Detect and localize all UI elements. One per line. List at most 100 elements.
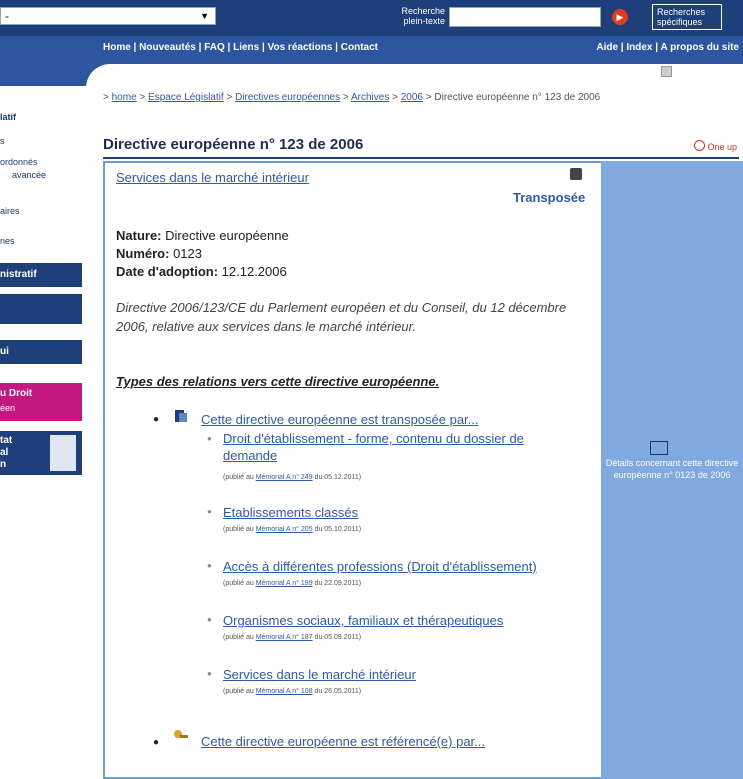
details-link[interactable]: Détails concernant cette directive europ…	[601, 457, 743, 481]
subject-link[interactable]: Services dans le marché intérieur	[116, 170, 309, 185]
title-divider	[103, 157, 739, 159]
sidebar-item[interactable]: nistratif	[0, 263, 82, 287]
pub-prefix: (publié au	[223, 688, 254, 695]
search-go-icon[interactable]: ▶	[612, 9, 628, 25]
referenced-by-link[interactable]: Cette directive européenne est référencé…	[201, 734, 485, 749]
numero-value: 0123	[173, 246, 202, 261]
bullet-icon: ●	[207, 507, 212, 516]
pub-prefix: (publié au	[223, 526, 254, 533]
print-link[interactable]: Imprimer	[617, 68, 656, 79]
bullet-icon: ●	[153, 414, 160, 425]
publication-info: (publié au Mémorial A n° 205 du 05.10.20…	[223, 526, 361, 533]
breadcrumb-link[interactable]: 2006	[401, 92, 423, 103]
nature-value: Directive européenne	[165, 228, 289, 243]
utility-nav-links[interactable]: Aide | Index | A propos du site	[596, 36, 739, 60]
sidebar-item[interactable]: aires	[0, 206, 20, 216]
details-icon[interactable]	[650, 441, 668, 455]
pub-prefix: (publié au	[223, 474, 254, 481]
sidebar-item[interactable]: avancée	[12, 170, 46, 180]
breadcrumb-prefix: >	[103, 92, 109, 103]
bullet-icon: ●	[207, 669, 212, 678]
memorial-link[interactable]: Mémorial A n° 199	[256, 580, 313, 587]
section-select[interactable]: - ▼	[0, 7, 216, 25]
breadcrumb-separator: >	[425, 92, 432, 103]
sidebar-portal[interactable]: tat al n	[0, 431, 82, 475]
sidebar-promo-line2: éen	[0, 403, 16, 413]
send-to-link[interactable]: Envoyer à	[680, 68, 725, 79]
sidebar-portal-line1: tat	[0, 435, 13, 446]
breadcrumb-separator: >	[226, 92, 233, 103]
meta-numero: Numéro: 0123	[116, 246, 202, 261]
relation-link[interactable]: Accès à différentes professions (Droit d…	[223, 558, 537, 575]
sidebar-portal-line3: n	[0, 459, 7, 470]
section-select-value: -	[5, 9, 9, 23]
sidebar-item[interactable]: latif	[0, 112, 16, 122]
sidebar-promo[interactable]: u Droit éen	[0, 383, 82, 421]
sidebar: latif s ordonnés avancée aires nes nistr…	[0, 86, 86, 779]
pub-prefix: (publié au	[223, 634, 254, 641]
date-label: Date d'adoption:	[116, 264, 219, 279]
date-value: 12.12.2006	[221, 264, 287, 279]
nature-label: Nature:	[116, 228, 162, 243]
pub-suffix: du 05.10.2011)	[314, 526, 362, 533]
fulltext-search-label: Recherche plein-texte	[401, 6, 445, 26]
breadcrumb-link[interactable]: Archives	[351, 92, 389, 103]
transposed-by-link[interactable]: Cette directive européenne est transposé…	[201, 412, 479, 427]
pub-suffix: du 26.05.2011)	[314, 688, 362, 695]
memorial-link[interactable]: Mémorial A n° 108	[256, 688, 313, 695]
meta-date: Date d'adoption: 12.12.2006	[116, 264, 287, 279]
chevron-right-icon[interactable]: ●▸	[730, 68, 741, 79]
details-column: Détails concernant cette directive europ…	[601, 161, 743, 779]
book-icon	[175, 410, 187, 422]
one-up-link[interactable]: One up	[694, 140, 737, 152]
breadcrumb-separator: >	[139, 92, 146, 103]
relations-heading: Types des relations vers cette directive…	[116, 374, 440, 389]
sidebar-portal-line2: al	[0, 447, 9, 458]
publication-info: (publié au Mémorial A n° 199 du 22.09.20…	[223, 580, 361, 587]
memorial-link[interactable]: Mémorial A n° 205	[256, 526, 313, 533]
one-up-label: One up	[707, 142, 737, 152]
specific-search-link[interactable]: Recherches spécifiques	[652, 4, 722, 30]
publication-info: (publié au Mémorial A n° 187 du 05.09.20…	[223, 634, 361, 641]
page-tools: Imprimer Envoyer à ●▸	[615, 66, 741, 79]
sidebar-item[interactable]: nes	[0, 236, 15, 246]
pub-prefix: (publié au	[223, 580, 254, 587]
relation-link[interactable]: Organismes sociaux, familiaux et thérape…	[223, 612, 503, 629]
directive-description: Directive 2006/123/CE du Parlement europ…	[116, 300, 567, 334]
fulltext-search-input[interactable]	[449, 7, 601, 27]
sidebar-item[interactable]: ui	[0, 340, 82, 364]
breadcrumb-link[interactable]: home	[112, 92, 137, 103]
main-nav: Home | Nouveautés | FAQ | Liens | Vos ré…	[0, 36, 743, 60]
memorial-link[interactable]: Mémorial A n° 249	[256, 474, 313, 481]
bullet-icon: ●	[153, 737, 160, 748]
pub-suffix: du 22.09.2011)	[314, 580, 362, 587]
breadcrumb-separator: >	[392, 92, 398, 103]
sidebar-item[interactable]: ordonnés	[0, 157, 38, 167]
sidebar-item[interactable]: s	[0, 136, 5, 146]
breadcrumb-link[interactable]: Directives européennes	[235, 92, 340, 103]
relation-link[interactable]: Etablissements classés	[223, 504, 358, 521]
chevron-down-icon: ▼	[200, 11, 209, 21]
up-arrow-icon	[694, 140, 706, 151]
publication-info: (publié au Mémorial A n° 249 du 05.12.20…	[223, 474, 361, 481]
bullet-icon: ●	[207, 615, 212, 624]
printer-icon[interactable]	[570, 168, 582, 180]
content-header-band: Imprimer Envoyer à ●▸	[0, 60, 743, 94]
relation-link[interactable]: Services dans le marché intérieur	[223, 666, 416, 683]
bullet-icon: ●	[207, 434, 212, 443]
top-search-bar: - ▼ Recherche plein-texte ▶ Recherches s…	[0, 0, 743, 36]
main-nav-links[interactable]: Home | Nouveautés | FAQ | Liens | Vos ré…	[103, 36, 378, 60]
numero-label: Numéro:	[116, 246, 170, 261]
relation-link[interactable]: Droit d'établissement - forme, contenu d…	[223, 430, 553, 464]
page-title: Directive européenne n° 123 de 2006	[103, 136, 364, 153]
breadcrumb-link[interactable]: Espace Législatif	[148, 92, 224, 103]
breadcrumb-current: Directive européenne n° 123 de 2006	[434, 92, 601, 103]
printer-icon[interactable]	[661, 66, 673, 77]
breadcrumb: > home > Espace Législatif > Directives …	[103, 92, 737, 104]
breadcrumb-separator: >	[342, 92, 349, 103]
pub-suffix: du 05.09.2011)	[314, 634, 362, 641]
sidebar-block[interactable]	[0, 294, 82, 324]
memorial-link[interactable]: Mémorial A n° 187	[256, 634, 313, 641]
coat-of-arms-icon	[50, 435, 76, 471]
sidebar-promo-line1: u Droit	[0, 388, 33, 399]
